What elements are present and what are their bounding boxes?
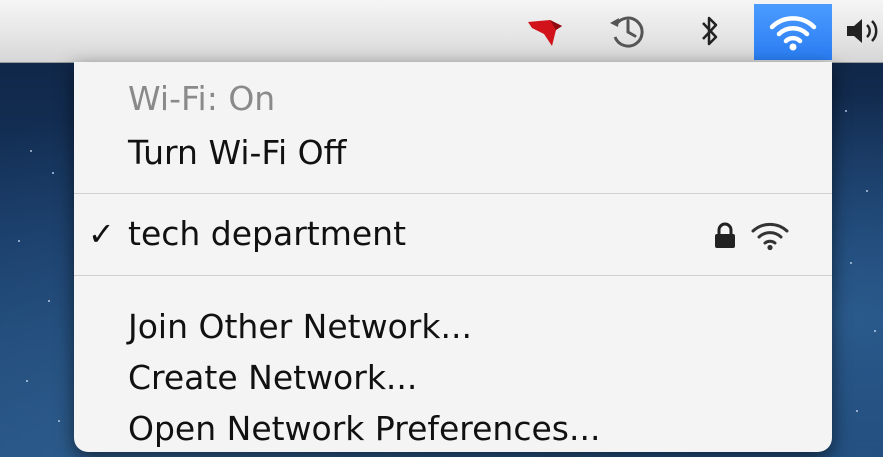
star (856, 410, 858, 412)
lock-icon (713, 222, 737, 254)
star (850, 262, 852, 264)
star (18, 240, 20, 242)
join-other-network-menu-item[interactable]: Join Other Network... (128, 307, 472, 347)
star (874, 330, 876, 332)
volume-icon[interactable] (840, 8, 883, 54)
star (52, 172, 54, 174)
turn-wifi-off-menu-item[interactable]: Turn Wi-Fi Off (128, 133, 346, 173)
wifi-dropdown-menu: Wi-Fi: On Turn Wi-Fi Off ✓ tech departme… (74, 62, 832, 452)
create-network-menu-item[interactable]: Create Network... (128, 358, 417, 398)
star (866, 190, 868, 192)
wifi-status-label: Wi-Fi: On (128, 79, 276, 118)
star (845, 110, 847, 112)
star (30, 150, 32, 152)
time-machine-icon[interactable] (604, 8, 652, 54)
star (48, 300, 50, 302)
star (26, 380, 28, 382)
cardinal-app-icon[interactable] (523, 8, 569, 54)
network-name: tech department (128, 214, 407, 253)
menu-separator (74, 193, 832, 194)
bluetooth-icon[interactable] (690, 8, 730, 54)
wifi-icon[interactable] (754, 4, 832, 60)
star (58, 420, 60, 422)
desktop: Wi-Fi: On Turn Wi-Fi Off ✓ tech departme… (0, 0, 883, 457)
menu-separator (74, 275, 832, 276)
wifi-signal-icon (750, 219, 790, 255)
checkmark-icon: ✓ (88, 215, 115, 253)
open-network-preferences-menu-item[interactable]: Open Network Preferences... (128, 409, 600, 449)
menu-bar (0, 0, 883, 63)
network-item-tech-department[interactable]: ✓ tech department (74, 210, 832, 260)
